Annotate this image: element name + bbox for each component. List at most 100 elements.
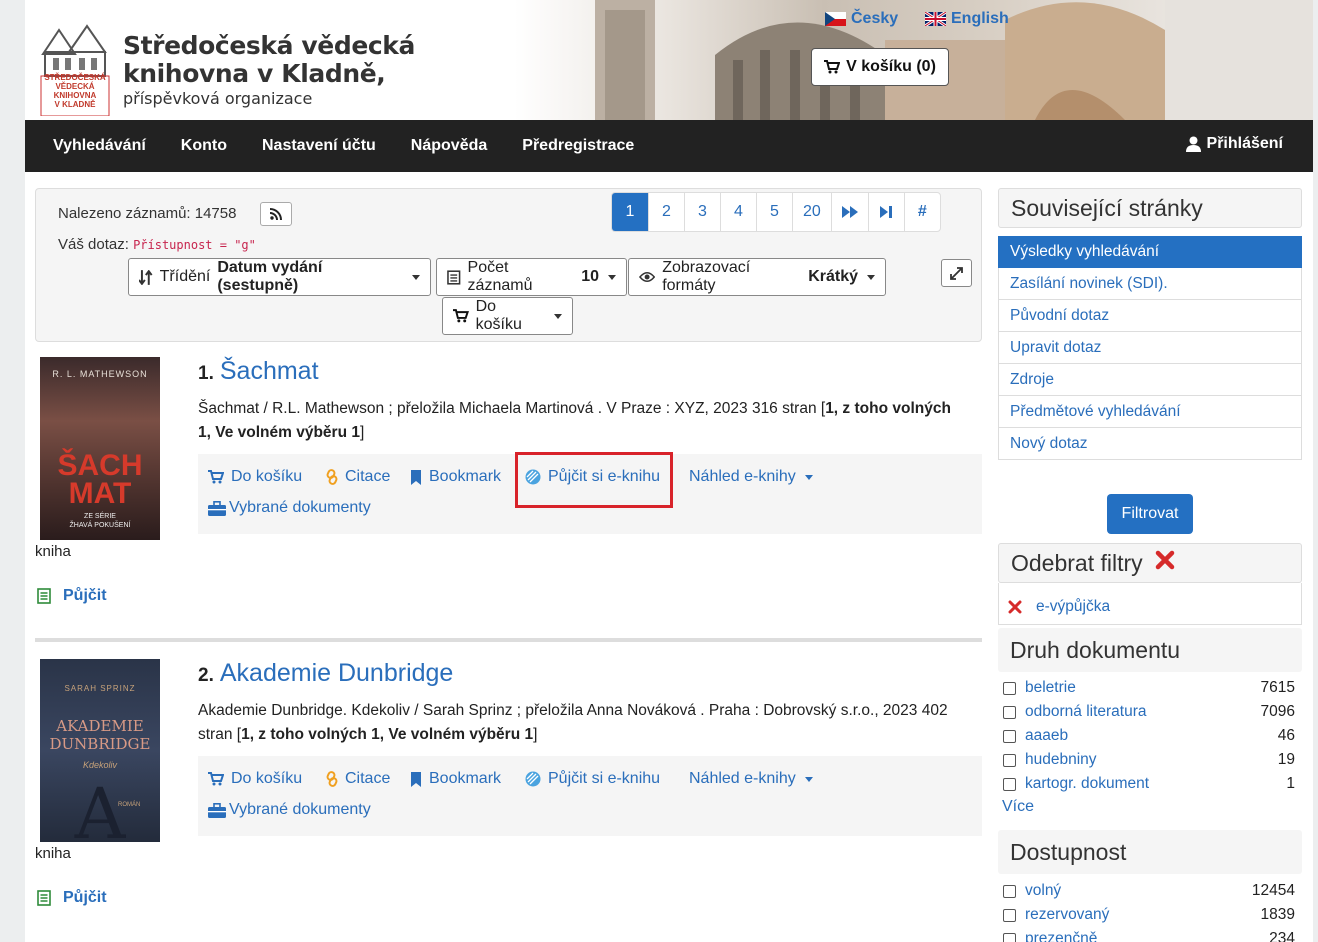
page-link[interactable]: 20	[792, 193, 831, 231]
last-page-button[interactable]	[867, 193, 904, 231]
facet-checkbox[interactable]	[1003, 777, 1016, 791]
borrow-ebook-link[interactable]: Půjčit si e-knihu	[525, 770, 660, 788]
facet-checkbox[interactable]	[1003, 932, 1016, 942]
page-link[interactable]: 4	[720, 193, 756, 231]
page-link[interactable]: 1	[612, 193, 648, 231]
facet-label[interactable]: hudebniny	[1025, 751, 1097, 769]
related-sources[interactable]: Zdroje	[998, 364, 1302, 396]
selected-documents-link[interactable]: Vybrané dokumenty	[208, 499, 371, 517]
cover-subtitle: ZE SÉRIE ŽHAVÁ POKUŠENÍ	[40, 512, 160, 530]
facet-label[interactable]: odborná literatura	[1025, 703, 1147, 721]
facet-label[interactable]: aaaeb	[1025, 727, 1068, 745]
facet-doc-type[interactable]: beletrie 7615	[1003, 676, 1299, 700]
facet-label[interactable]: kartogr. dokument	[1025, 775, 1149, 793]
page-link[interactable]: 5	[756, 193, 792, 231]
page-link[interactable]: 2	[648, 193, 684, 231]
remove-all-filters-icon[interactable]	[1155, 550, 1175, 570]
book-cover[interactable]: SARAH SPRINZ AKADEMIE DUNBRIDGE Kdekoliv…	[40, 659, 160, 842]
related-subject-search[interactable]: Předmětové vyhledávání	[998, 396, 1302, 428]
nav-item-settings[interactable]: Nastavení účtu	[262, 137, 376, 155]
ebook-preview-dropdown[interactable]: Náhled e-knihy	[689, 770, 813, 788]
nav-item-account[interactable]: Konto	[181, 137, 227, 155]
lang-czech-label: Česky	[851, 10, 899, 27]
cart-button[interactable]: V košíku (0)	[811, 48, 949, 86]
citation-link[interactable]: Citace	[326, 468, 390, 486]
borrow-link[interactable]: Půjčit	[37, 587, 107, 605]
related-new-query[interactable]: Nový dotaz	[998, 428, 1302, 460]
login-label: Přihlášení	[1206, 135, 1283, 152]
add-to-basket-link[interactable]: Do košíku	[208, 770, 302, 788]
facet-label[interactable]: rezervovaný	[1025, 906, 1109, 924]
bookmark-link[interactable]: Bookmark	[410, 770, 501, 788]
cart-icon	[208, 470, 224, 484]
related-search-results[interactable]: Výsledky vyhledávání	[998, 236, 1302, 268]
link-icon	[326, 469, 338, 485]
facet-label[interactable]: beletrie	[1025, 679, 1076, 697]
bookmark-link[interactable]: Bookmark	[410, 468, 501, 486]
facet-availability[interactable]: prezenčně 234	[1003, 927, 1299, 942]
related-sdi[interactable]: Zasílání novinek (SDI).	[998, 268, 1302, 300]
cover-monogram: A	[74, 773, 126, 842]
facet-doc-type[interactable]: odborná literatura 7096	[1003, 700, 1299, 724]
active-filter[interactable]: e-výpůjčka	[1008, 598, 1110, 616]
login-link[interactable]: Přihlášení	[1185, 135, 1283, 153]
ebook-preview-dropdown[interactable]: Náhled e-knihy	[689, 468, 813, 486]
nav-item-help[interactable]: Nápověda	[411, 137, 487, 155]
ebook-preview-label: Náhled e-knihy	[689, 468, 796, 485]
nav-item-preregistration[interactable]: Předregistrace	[522, 137, 634, 155]
library-name[interactable]: Středočeská vědecká knihovna v Kladně, p…	[123, 32, 415, 110]
record-description: Akademie Dunbridge. Kdekoliv / Sarah Spr…	[198, 699, 958, 747]
facet-doc-type[interactable]: kartogr. dokument 1	[1003, 772, 1299, 796]
sort-dropdown[interactable]: Třídění Datum vydání (sestupně)	[128, 258, 431, 296]
related-edit-query[interactable]: Upravit dotaz	[998, 332, 1302, 364]
more-doc-types-link[interactable]: Více	[1002, 798, 1034, 816]
filter-button[interactable]: Filtrovat	[1107, 494, 1193, 534]
availability-title: Dostupnost	[1010, 838, 1127, 865]
count-dropdown[interactable]: Počet záznamů 10	[436, 258, 627, 296]
selected-documents-label: Vybrané dokumenty	[229, 499, 371, 516]
facet-checkbox[interactable]	[1003, 753, 1016, 767]
nav-item-search[interactable]: Vyhledávání	[53, 137, 146, 155]
book-cover[interactable]: R. L. MATHEWSON ŠACH MAT ZE SÉRIE ŽHAVÁ …	[40, 357, 160, 540]
cover-title-line: DUNBRIDGE	[49, 735, 151, 753]
add-to-basket-link[interactable]: Do košíku	[208, 468, 302, 486]
facet-checkbox[interactable]	[1003, 705, 1016, 719]
facet-checkbox[interactable]	[1003, 884, 1016, 898]
citation-link[interactable]: Citace	[326, 770, 390, 788]
selected-documents-link[interactable]: Vybrané dokumenty	[208, 801, 371, 819]
lang-czech-link[interactable]: Česky	[825, 10, 898, 28]
rss-button[interactable]	[260, 202, 292, 226]
record-title-text: Akademie Dunbridge	[219, 659, 454, 687]
related-original-query[interactable]: Původní dotaz	[998, 300, 1302, 332]
facet-doc-type[interactable]: aaaeb 46	[1003, 724, 1299, 748]
record-number: 1.	[198, 363, 214, 384]
desc-end: ]	[359, 424, 365, 441]
citation-label: Citace	[345, 468, 391, 485]
facet-label[interactable]: prezenčně	[1025, 930, 1097, 942]
lang-english-link[interactable]: English	[925, 10, 1009, 28]
expand-button[interactable]	[941, 259, 972, 287]
basket-dropdown[interactable]: Do košíku	[442, 297, 573, 335]
logo-small-line: STŘEDOČESKÁ	[44, 73, 106, 82]
facet-availability[interactable]: rezervovaný 1839	[1003, 903, 1299, 927]
next-pages-button[interactable]	[830, 193, 868, 231]
record-title[interactable]: 2. Akademie Dunbridge	[198, 659, 453, 688]
facet-doc-type[interactable]: hudebniny 19	[1003, 748, 1299, 772]
cart-button-label: V košíku (0)	[846, 58, 936, 75]
remove-filter-icon[interactable]	[1008, 600, 1022, 614]
facet-availability[interactable]: volný 12454	[1003, 879, 1299, 903]
facet-checkbox[interactable]	[1003, 908, 1016, 922]
goto-page-button[interactable]: #	[903, 193, 940, 231]
format-dropdown[interactable]: Zobrazovací formáty Krátký	[628, 258, 886, 296]
page-link[interactable]: 3	[684, 193, 720, 231]
cart-icon	[453, 309, 469, 323]
borrow-link[interactable]: Půjčit	[37, 889, 107, 907]
link-icon	[326, 771, 338, 787]
caret-down-icon	[412, 274, 420, 280]
facet-checkbox[interactable]	[1003, 681, 1016, 695]
rss-icon	[270, 208, 282, 220]
facet-label[interactable]: volný	[1025, 882, 1061, 900]
record-title[interactable]: 1. Šachmat	[198, 357, 319, 386]
facet-checkbox[interactable]	[1003, 729, 1016, 743]
sort-icon	[139, 269, 153, 285]
